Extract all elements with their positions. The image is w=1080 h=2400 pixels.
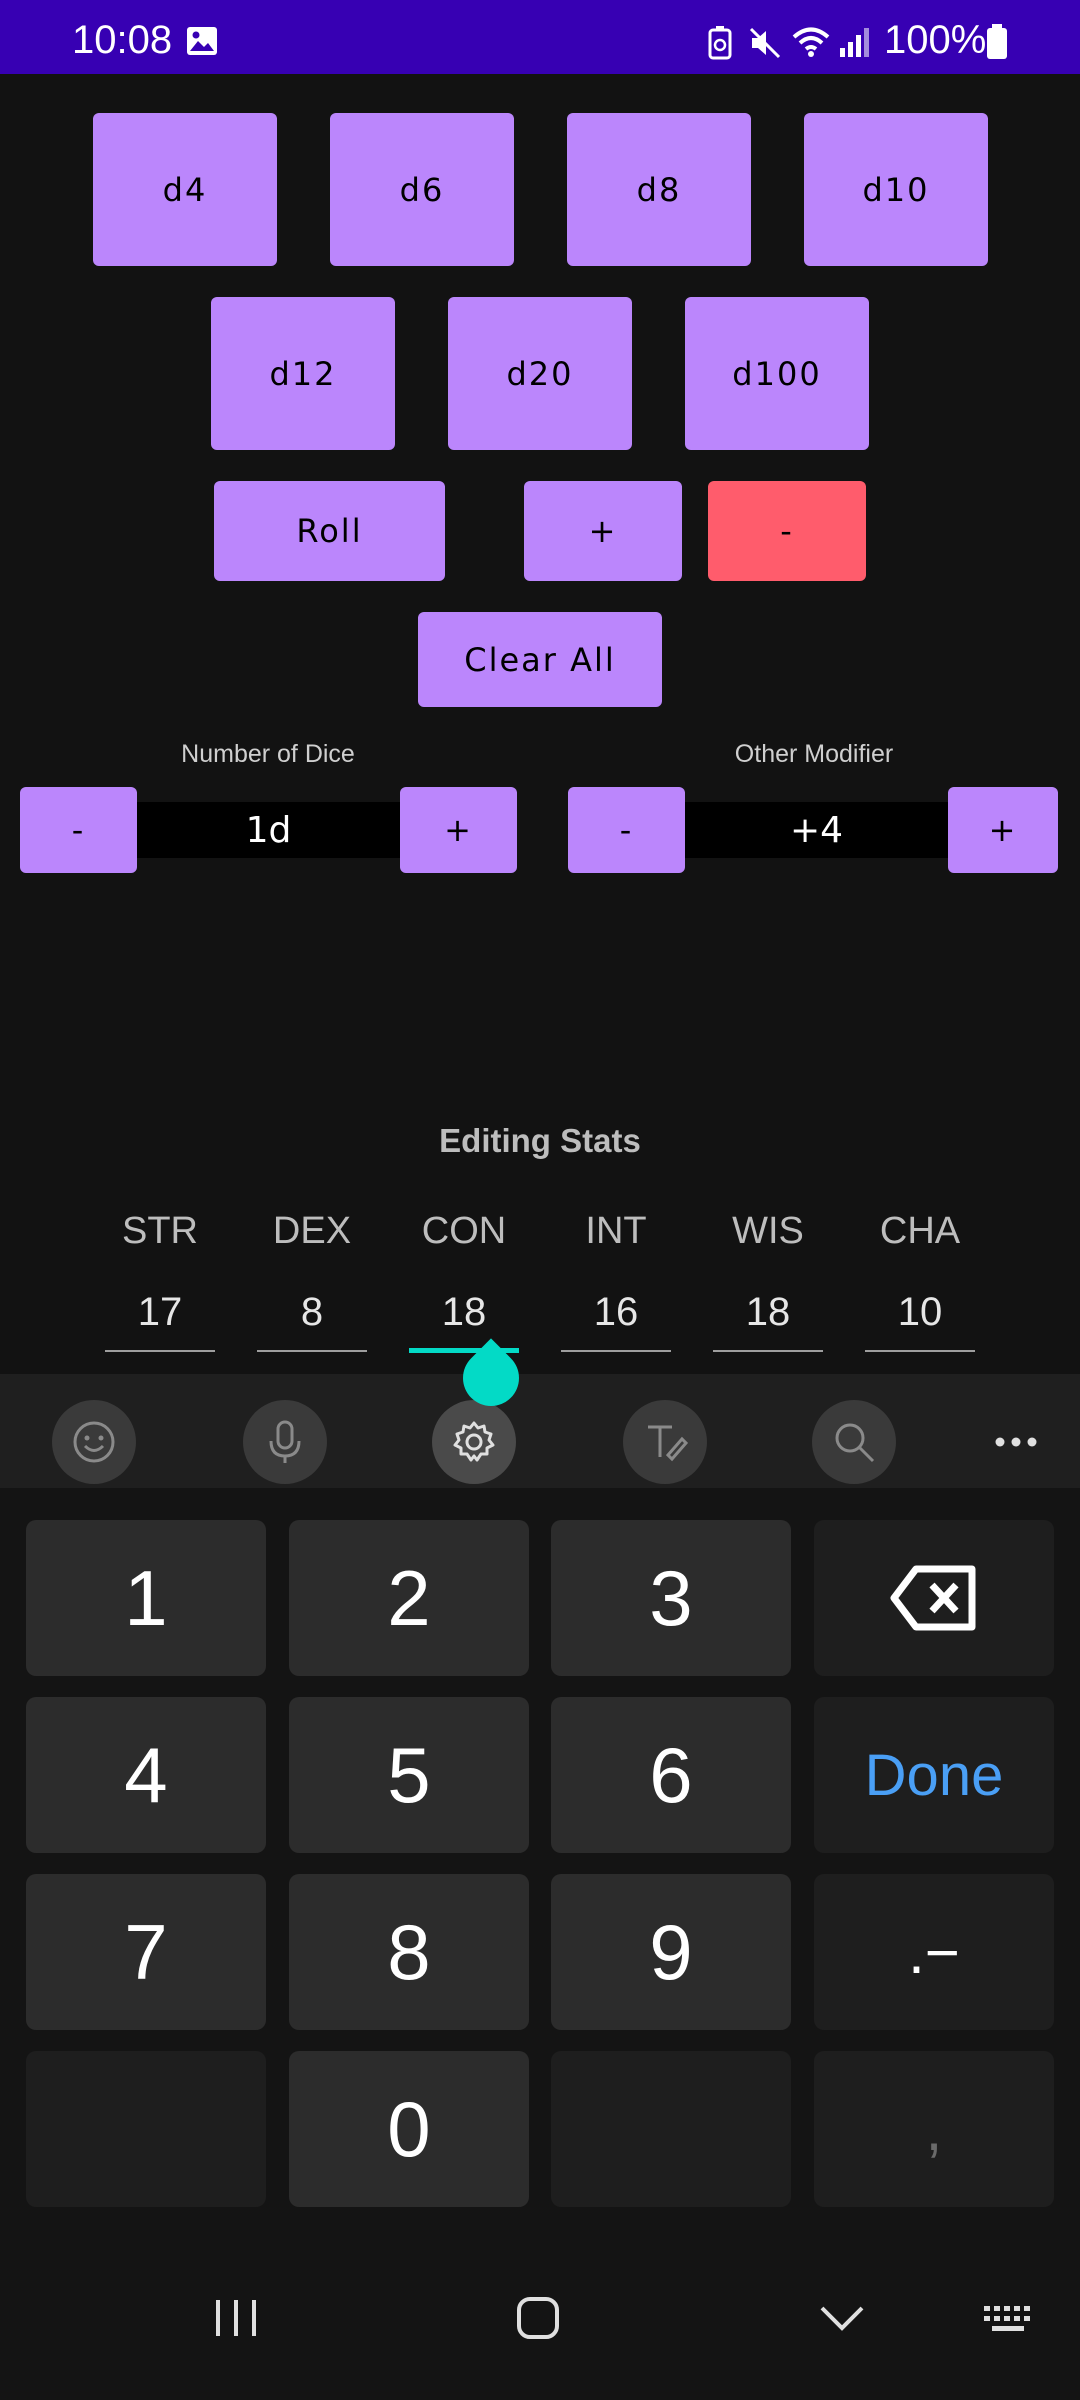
die-d20-button[interactable]: d20 <box>448 297 632 450</box>
home-icon[interactable] <box>514 2294 562 2347</box>
stat-input-str[interactable]: 17 <box>105 1290 215 1335</box>
handwriting-icon[interactable] <box>623 1400 707 1484</box>
key-1[interactable]: 1 <box>26 1520 266 1676</box>
key-5[interactable]: 5 <box>289 1697 529 1853</box>
dot-minus-key[interactable]: .− <box>814 1874 1054 2030</box>
stat-input-con[interactable]: 18 <box>409 1290 519 1335</box>
dice-count-decrement-button[interactable]: - <box>20 787 137 873</box>
back-icon[interactable] <box>818 2302 866 2339</box>
blank-key-left <box>26 2051 266 2207</box>
die-d100-button[interactable]: d100 <box>685 297 869 450</box>
done-key[interactable]: Done <box>814 1697 1054 1853</box>
die-d6-button[interactable]: d6 <box>330 113 514 266</box>
recents-icon[interactable] <box>206 2296 266 2345</box>
editing-stats-title: Editing Stats <box>439 1122 641 1159</box>
die-d8-button[interactable]: d8 <box>567 113 751 266</box>
clear-all-button[interactable]: Clear All <box>418 612 662 707</box>
stat-input-dex[interactable]: 8 <box>257 1290 367 1335</box>
add-die-button[interactable]: + <box>524 481 682 581</box>
remove-die-button[interactable]: - <box>708 481 866 581</box>
battery-icon <box>986 24 1016 59</box>
key-8[interactable]: 8 <box>289 1874 529 2030</box>
numeric-keyboard: 1 2 3 4 5 6 Done 7 8 9 .− 0 , <box>0 1488 1080 2244</box>
modifier-field: +4 <box>685 802 948 858</box>
stat-underline-str <box>105 1350 215 1352</box>
die-d12-button[interactable]: d12 <box>211 297 395 450</box>
stat-label-str: STR <box>122 1210 198 1252</box>
stat-label-cha: CHA <box>879 1210 961 1252</box>
dice-count-field: 1d <box>137 802 400 858</box>
stat-label-con: CON <box>421 1210 507 1252</box>
key-4[interactable]: 4 <box>26 1697 266 1853</box>
stat-input-cha[interactable]: 10 <box>865 1290 975 1335</box>
mute-icon <box>748 26 781 59</box>
microphone-icon[interactable] <box>243 1400 327 1484</box>
key-6[interactable]: 6 <box>551 1697 791 1853</box>
signal-icon <box>838 26 869 57</box>
backspace-key[interactable] <box>814 1520 1054 1676</box>
keyboard-icon[interactable] <box>982 2304 1036 2339</box>
other-modifier-label: Other Modifier <box>734 740 894 768</box>
status-time: 10:08 <box>72 18 173 62</box>
blank-key-right <box>551 2051 791 2207</box>
stat-underline-int <box>561 1350 671 1352</box>
roll-button[interactable]: Roll <box>214 481 445 581</box>
gallery-icon <box>186 26 217 56</box>
key-7[interactable]: 7 <box>26 1874 266 2030</box>
wifi-icon <box>792 26 830 57</box>
die-d4-button[interactable]: d4 <box>93 113 277 266</box>
modifier-increment-button[interactable]: + <box>948 787 1058 873</box>
modifier-decrement-button[interactable]: - <box>568 787 685 873</box>
backspace-icon <box>890 1565 976 1631</box>
key-9[interactable]: 9 <box>551 1874 791 2030</box>
stat-label-int: INT <box>585 1210 647 1252</box>
key-3[interactable]: 3 <box>551 1520 791 1676</box>
search-icon[interactable] <box>812 1400 896 1484</box>
key-2[interactable]: 2 <box>289 1520 529 1676</box>
battery-saver-icon <box>706 26 736 60</box>
stat-label-wis: WIS <box>732 1210 804 1252</box>
status-bar: 10:08 100% <box>0 0 1080 74</box>
stat-label-dex: DEX <box>272 1210 352 1252</box>
die-d10-button[interactable]: d10 <box>804 113 988 266</box>
more-icon[interactable] <box>974 1400 1058 1484</box>
stat-underline-wis <box>713 1350 823 1352</box>
dice-count-increment-button[interactable]: + <box>400 787 517 873</box>
settings-icon[interactable] <box>432 1400 516 1484</box>
stat-input-wis[interactable]: 18 <box>713 1290 823 1335</box>
number-of-dice-label: Number of Dice <box>181 740 355 768</box>
keyboard-toolbar <box>0 1374 1080 1488</box>
stat-underline-dex <box>257 1350 367 1352</box>
key-0[interactable]: 0 <box>289 2051 529 2207</box>
emoji-icon[interactable] <box>52 1400 136 1484</box>
stat-input-int[interactable]: 16 <box>561 1290 671 1335</box>
battery-percentage: 100% <box>884 18 987 62</box>
comma-key[interactable]: , <box>814 2051 1054 2207</box>
navigation-bar <box>0 2244 1080 2400</box>
stat-underline-cha <box>865 1350 975 1352</box>
